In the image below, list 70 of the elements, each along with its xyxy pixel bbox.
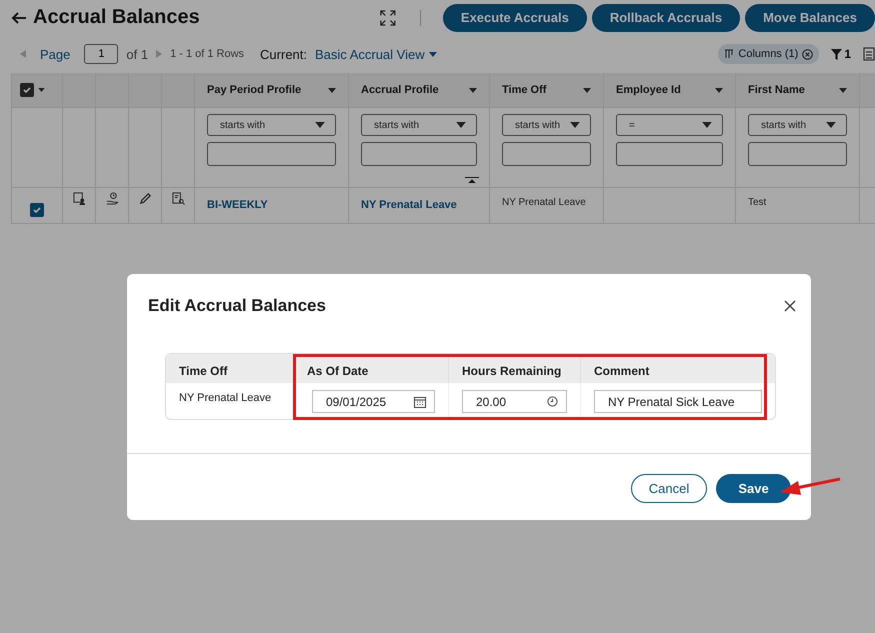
filter-input[interactable] (748, 142, 847, 166)
clear-icon[interactable] (802, 48, 814, 60)
sort-caret-icon[interactable] (469, 88, 477, 92)
filter-input[interactable] (616, 142, 723, 166)
page-number-field[interactable]: 1 (84, 44, 118, 64)
clock-icon[interactable] (547, 396, 558, 407)
caret-icon (315, 122, 325, 128)
column-header-label[interactable]: Time Off (502, 84, 546, 96)
hand-clock-icon[interactable] (106, 192, 118, 205)
caret-icon (456, 122, 466, 128)
sort-caret-icon[interactable] (839, 88, 847, 92)
caret-icon (570, 122, 580, 128)
sort-caret-icon[interactable] (583, 88, 591, 92)
checkmark-icon (32, 204, 42, 214)
table-cell: Test (736, 188, 860, 224)
table-link[interactable]: NY Prenatal Leave (361, 199, 457, 211)
hours-field[interactable]: 20.00 (462, 390, 567, 413)
filter-button[interactable]: 1 (827, 47, 855, 61)
dialog-title: Edit Accrual Balances (148, 296, 326, 316)
column-header-label[interactable]: Accrual Profile (361, 84, 439, 96)
filter-input[interactable] (361, 142, 477, 166)
view-dropdown[interactable]: Basic Accrual View (315, 46, 437, 62)
calendar-icon[interactable] (414, 396, 426, 408)
column-header-label[interactable]: First Name (748, 84, 805, 96)
columns-icon (724, 49, 734, 59)
action-button[interactable]: Execute Accruals (442, 4, 587, 32)
cancel-button[interactable]: Cancel (631, 474, 707, 503)
filter-operator-dropdown[interactable]: = (616, 114, 723, 136)
filter-operator-dropdown[interactable]: starts with (361, 114, 477, 136)
caret-icon (826, 122, 836, 128)
row-checkbox[interactable] (30, 202, 44, 216)
page-title: Accrual Balances (33, 6, 200, 29)
caret-icon (702, 122, 712, 128)
filter-icon (831, 48, 842, 60)
sort-ascending-icon[interactable] (465, 177, 479, 183)
select-all-checkbox[interactable] (20, 83, 34, 97)
column-header: Hours Remaining (449, 354, 581, 383)
pencil-icon[interactable] (138, 192, 152, 205)
close-icon[interactable] (784, 300, 796, 312)
action-button[interactable]: Rollback Accruals (592, 4, 740, 32)
back-arrow-icon[interactable] (11, 10, 27, 26)
sort-caret-icon[interactable] (715, 88, 723, 92)
save-button[interactable]: Save (716, 474, 791, 503)
checkmark-icon (22, 85, 32, 95)
column-header-label[interactable]: Employee Id (616, 84, 681, 96)
columns-chip[interactable]: Columns (1) (718, 44, 820, 64)
filter-input[interactable] (207, 142, 336, 166)
table-cell: NY Prenatal Leave (490, 188, 604, 224)
action-button[interactable]: Move Balances (745, 4, 875, 32)
filter-operator-dropdown[interactable]: starts with (748, 114, 847, 136)
rows-info: 1 - 1 of 1 Rows (170, 48, 244, 60)
caret-icon[interactable] (38, 88, 45, 92)
date-field[interactable]: 09/01/2025 (312, 390, 435, 413)
employee-card-icon[interactable] (72, 192, 86, 205)
document-search-icon[interactable] (172, 192, 184, 205)
column-header-label[interactable]: Pay Period Profile (207, 84, 302, 96)
report-icon[interactable] (863, 47, 875, 61)
filter-operator-dropdown[interactable]: starts with (207, 114, 336, 136)
table-cell: NY Prenatal Leave (179, 392, 272, 404)
filter-input[interactable] (502, 142, 591, 166)
filter-operator-dropdown[interactable]: starts with (502, 114, 591, 136)
page-count: of 1 (126, 46, 148, 62)
column-header: Time Off (166, 354, 294, 383)
caret-icon (428, 52, 437, 56)
comment-field[interactable]: NY Prenatal Sick Leave (594, 390, 762, 413)
page-label: Page (40, 46, 70, 62)
current-view-label: Current: (260, 46, 308, 62)
sort-caret-icon[interactable] (328, 88, 336, 92)
table-link[interactable]: BI-WEEKLY (207, 199, 268, 211)
expand-icon[interactable] (380, 8, 396, 26)
